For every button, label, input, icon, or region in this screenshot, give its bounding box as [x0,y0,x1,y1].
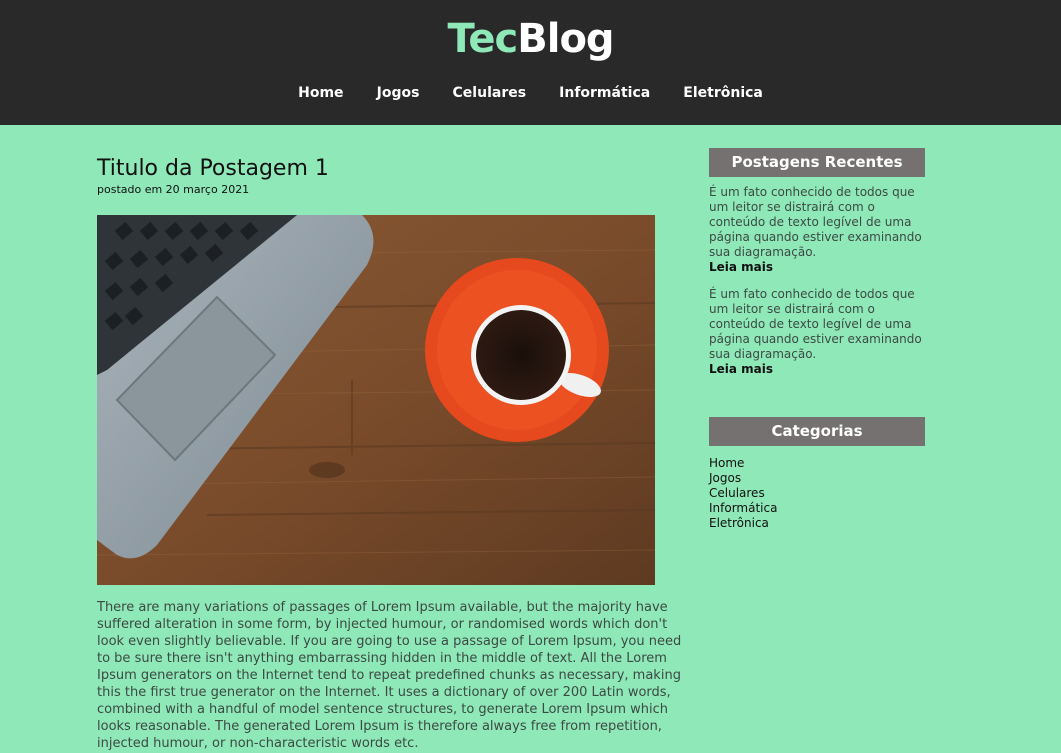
nav-celulares[interactable]: Celulares [453,85,527,101]
read-more-link[interactable]: Leia mais [709,260,925,275]
post-image-illustration [97,215,655,585]
recent-posts-widget: Postagens Recentes É um fato conhecido d… [709,148,925,377]
categories-title: Categorias [709,417,925,446]
category-item: Home [709,456,925,471]
logo-tec: Tec [447,16,518,62]
site-header: TecBlog Home Jogos Celulares Informática… [0,0,1061,125]
category-link-home[interactable]: Home [709,456,925,471]
category-item: Eletrônica [709,516,925,531]
post-title[interactable]: Titulo da Postagem 1 [97,155,697,183]
category-item: Informática [709,501,925,516]
main-nav: Home Jogos Celulares Informática Eletrôn… [0,82,1061,101]
post-image [97,215,655,585]
post-body: There are many variations of passages of… [97,600,682,751]
sidebar: Postagens Recentes É um fato conhecido d… [709,148,925,531]
recent-post-excerpt: É um fato conhecido de todos que um leit… [709,287,922,361]
nav-informatica[interactable]: Informática [559,85,650,101]
logo-blog: Blog [517,16,614,62]
site-logo[interactable]: TecBlog [0,14,1061,64]
category-link-eletronica[interactable]: Eletrônica [709,516,925,531]
nav-eletronica[interactable]: Eletrônica [683,85,763,101]
recent-posts-title: Postagens Recentes [709,148,925,177]
post-meta: postado em 20 março 2021 [97,183,250,196]
category-link-informatica[interactable]: Informática [709,501,925,516]
categories-widget: Categorias Home Jogos Celulares Informát… [709,417,925,531]
category-link-celulares[interactable]: Celulares [709,486,925,501]
category-item: Celulares [709,486,925,501]
recent-post-item: É um fato conhecido de todos que um leit… [709,287,925,377]
nav-jogos[interactable]: Jogos [377,85,420,101]
recent-post-excerpt: É um fato conhecido de todos que um leit… [709,185,922,259]
read-more-link[interactable]: Leia mais [709,362,925,377]
post-article: Titulo da Postagem 1 postado em 20 março… [97,155,697,752]
recent-post-item: É um fato conhecido de todos que um leit… [709,185,925,275]
category-item: Jogos [709,471,925,486]
categories-list: Home Jogos Celulares Informática Eletrôn… [709,456,925,531]
nav-home[interactable]: Home [298,85,343,101]
category-link-jogos[interactable]: Jogos [709,471,925,486]
